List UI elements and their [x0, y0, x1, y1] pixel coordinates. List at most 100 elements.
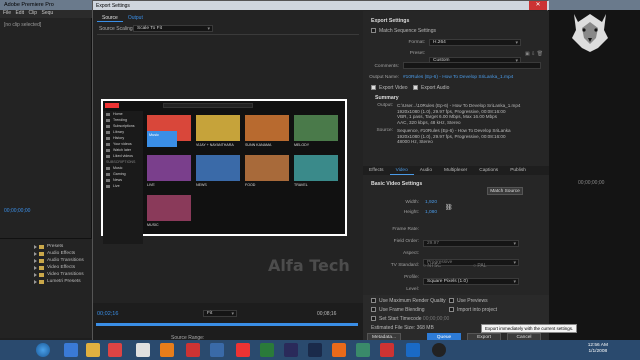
frame-rate-select[interactable]: 29.97	[423, 240, 519, 247]
link-icon[interactable]: ⛓	[445, 204, 453, 211]
delete-preset-icon[interactable]: 🗑	[537, 51, 543, 57]
app-menu-bar: File Edit Clip Sequ	[0, 10, 92, 18]
max-render-checkbox[interactable]	[371, 298, 376, 304]
chrome-icon[interactable]	[136, 343, 150, 357]
expand-icon	[34, 272, 37, 277]
match-sequence-row[interactable]: Match Sequence Settings	[371, 28, 436, 34]
effects-panel: Presets Audio Effects Audio Transitions …	[0, 238, 92, 338]
fx-video-transitions[interactable]: Video Transitions	[0, 271, 92, 278]
start-timecode-row[interactable]: Set Start Timecode 00;00;00;00	[371, 316, 449, 322]
fx-presets[interactable]: Presets	[0, 243, 92, 250]
no-clip-placeholder: [no clip selected]	[4, 22, 42, 28]
fx-audio-transitions[interactable]: Audio Transitions	[0, 257, 92, 264]
export-video-row[interactable]: Export Video	[371, 85, 408, 91]
app-icon[interactable]	[356, 343, 370, 357]
tab-video[interactable]: Video	[389, 166, 414, 175]
frame-blending-row[interactable]: Use Frame Blending	[371, 307, 425, 313]
youtube-screenshot: Home Trending Subscriptions Library Hist…	[103, 101, 345, 244]
record-icon[interactable]	[432, 343, 446, 357]
photoshop-icon[interactable]	[308, 343, 322, 357]
match-source-button[interactable]: Match Source	[487, 187, 523, 195]
tab-effects[interactable]: Effects	[363, 166, 390, 175]
app-icon[interactable]	[210, 343, 224, 357]
menu-edit[interactable]: Edit	[15, 10, 24, 16]
format-select[interactable]: H.264	[429, 39, 521, 46]
output-name-label: Output Name:	[369, 75, 399, 80]
folder-icon	[39, 272, 44, 277]
explorer-icon[interactable]	[86, 343, 100, 357]
ntsc-radio[interactable]: ○ NTSC	[423, 263, 441, 269]
tab-output[interactable]: Output	[123, 14, 148, 22]
home-icon	[106, 112, 110, 116]
music-icon	[106, 166, 110, 170]
fx-video-effects[interactable]: Video Effects	[0, 264, 92, 271]
video-title: LIVE	[147, 183, 155, 187]
media-player-icon[interactable]	[108, 343, 122, 357]
app-icon[interactable]	[186, 343, 200, 357]
youtube-sidebar: Home Trending Subscriptions Library Hist…	[103, 111, 143, 244]
save-preset-icon[interactable]: ▣	[525, 51, 530, 57]
start-button-icon[interactable]	[36, 343, 50, 357]
source-scaling-select[interactable]: Scale To Fit	[133, 25, 213, 32]
frame-blending-checkbox[interactable]	[371, 307, 376, 313]
export-settings-dialog: Export Settings ✕ Source Output Source S…	[92, 0, 578, 347]
youtube-search-input	[163, 103, 253, 108]
import-project-checkbox[interactable]	[449, 307, 454, 313]
firefox-icon[interactable]	[332, 343, 346, 357]
close-icon[interactable]: ✕	[529, 1, 547, 10]
video-title: VIJAY + NAYANTHARA	[196, 143, 234, 147]
menu-file[interactable]: File	[3, 10, 11, 16]
tv-standard-label: TV Standard:	[390, 263, 419, 268]
premiere-icon[interactable]	[284, 343, 298, 357]
current-timecode[interactable]: 00;02;16	[97, 311, 118, 317]
export-audio-checkbox[interactable]	[413, 85, 418, 91]
pal-radio[interactable]: ○ PAL	[473, 263, 487, 269]
fx-lumetri-presets[interactable]: Lumetri Presets	[0, 278, 92, 285]
summary-source-text: Sequence, #10Rules (Ep-6) - How To Devel…	[397, 128, 511, 144]
app-title: Adobe Premiere Pro	[4, 2, 54, 8]
source-monitor-panel: [no clip selected] 00;00;00;00	[0, 18, 92, 238]
start-timecode-checkbox[interactable]	[371, 316, 376, 322]
aspect-label: Aspect:	[403, 251, 419, 256]
vlc-icon[interactable]	[160, 343, 174, 357]
aspect-select[interactable]: Square Pixels (1.0)	[423, 278, 519, 285]
source-output-tabs: Source Output	[97, 14, 148, 22]
folder-icon	[39, 258, 44, 263]
tab-source[interactable]: Source	[97, 14, 123, 22]
tab-audio[interactable]: Audio	[414, 166, 438, 175]
export-audio-row[interactable]: Export Audio	[413, 85, 449, 91]
video-thumbnail	[196, 155, 240, 181]
export-timeline: 00;02;16 Fit 00;08;16 Source Range: Sequ…	[93, 303, 363, 347]
fx-audio-effects[interactable]: Audio Effects	[0, 250, 92, 257]
comments-input[interactable]	[403, 62, 541, 69]
video-icon	[106, 142, 110, 146]
expand-icon	[34, 244, 37, 249]
import-preset-icon[interactable]: ⇩	[531, 51, 535, 57]
clock-icon	[106, 148, 110, 152]
import-project-row[interactable]: Import into project	[449, 307, 497, 313]
acrobat-icon[interactable]	[236, 343, 250, 357]
output-name-link[interactable]: #10Rules (Ep-6) - How To Develop SriLank…	[403, 75, 513, 80]
summary-output-label: Output:	[377, 103, 393, 108]
height-value[interactable]: 1,080	[425, 210, 437, 215]
ie-icon[interactable]	[64, 343, 78, 357]
expand-icon	[34, 251, 37, 256]
match-sequence-checkbox[interactable]	[371, 28, 376, 34]
width-value[interactable]: 1,920	[425, 200, 437, 205]
use-previews-checkbox[interactable]	[449, 298, 454, 304]
export-video-checkbox[interactable]	[371, 85, 376, 91]
fit-select[interactable]: Fit	[203, 310, 237, 317]
tab-publish[interactable]: Publish	[504, 166, 532, 175]
max-render-row[interactable]: Use Maximum Render Quality	[371, 298, 446, 304]
app-icon[interactable]	[380, 343, 394, 357]
menu-clip[interactable]: Clip	[28, 10, 37, 16]
word-icon[interactable]	[406, 343, 420, 357]
playhead-bar[interactable]	[96, 323, 358, 326]
menu-sequence[interactable]: Sequ	[41, 10, 53, 16]
divider	[97, 34, 359, 35]
app-icon[interactable]	[260, 343, 274, 357]
use-previews-row[interactable]: Use Previews	[449, 298, 488, 304]
tab-multiplexer[interactable]: Multiplexer	[438, 166, 473, 175]
summary-output-text: C:\User...\10Rules (Ep-6) - How To Devel…	[397, 103, 521, 125]
tab-captions[interactable]: Captions	[473, 166, 504, 175]
